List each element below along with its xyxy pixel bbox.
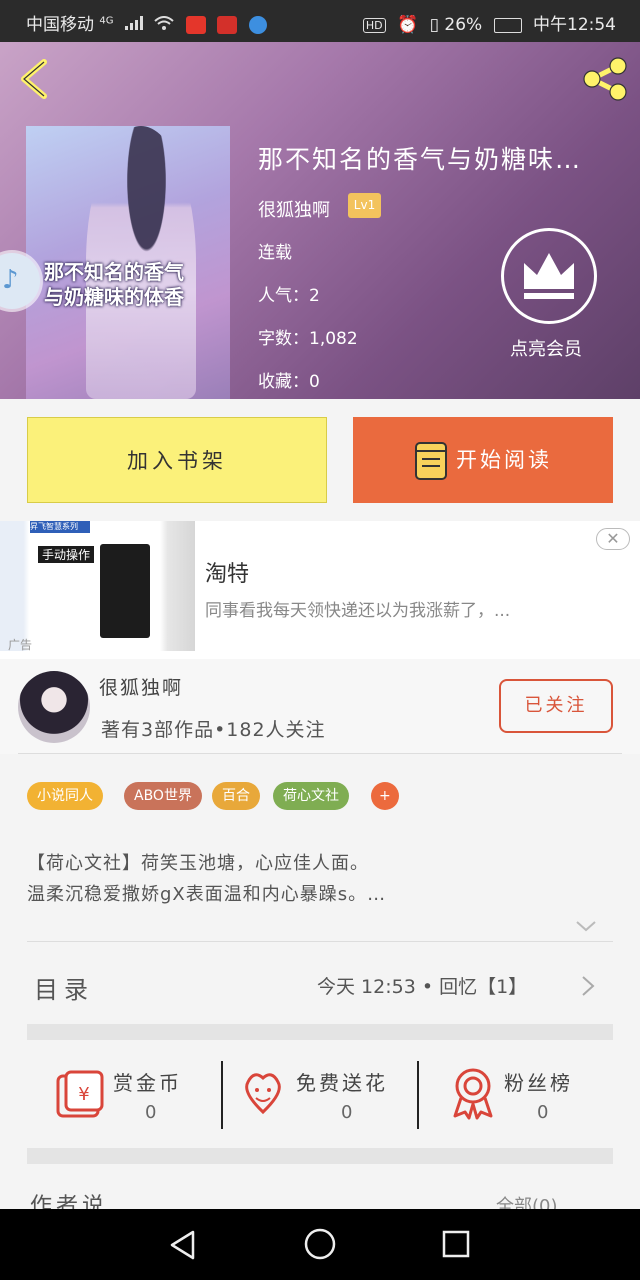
author-avatar[interactable] bbox=[18, 671, 90, 743]
ad-title[interactable]: 淘特 bbox=[205, 556, 249, 588]
ad-label: 广告 bbox=[8, 638, 33, 652]
share-button[interactable] bbox=[578, 54, 634, 104]
alarm-icon: ⏰ bbox=[397, 15, 419, 35]
book-favorites: 收藏：0 bbox=[258, 372, 320, 392]
section-separator bbox=[27, 1148, 613, 1164]
reward-label[interactable]: 免费送花 bbox=[296, 1067, 388, 1096]
coin-envelope-icon: ¥ bbox=[56, 1070, 104, 1118]
carrier-label: 中国移动 bbox=[26, 15, 94, 35]
start-reading-label: 开始阅读 bbox=[456, 448, 552, 472]
divider bbox=[27, 941, 613, 942]
intro-line: 温柔沉稳爱撒娇gX表面温和内心暴躁s。… bbox=[27, 884, 387, 905]
add-tag-button[interactable]: + bbox=[371, 782, 399, 810]
book-cover[interactable]: 那不知名的香气 与奶糖味的体香 bbox=[26, 126, 230, 399]
svg-text:¥: ¥ bbox=[78, 1084, 89, 1105]
divider bbox=[221, 1061, 223, 1129]
book-icon bbox=[415, 442, 447, 480]
ad-product-image bbox=[100, 544, 150, 638]
back-button[interactable] bbox=[14, 54, 54, 104]
app-notification-icon bbox=[185, 16, 206, 34]
book-status: 连载 bbox=[258, 243, 292, 263]
chevron-left-icon bbox=[21, 59, 47, 99]
share-icon bbox=[583, 57, 627, 101]
app-notification-icon bbox=[217, 16, 238, 34]
book-intro[interactable]: 【荷心文社】荷笑玉池塘，心应佳人面。 温柔沉稳爱撒娇gX表面温和内心暴躁s。… bbox=[27, 848, 617, 910]
app-notification-icon bbox=[248, 16, 267, 34]
section-separator bbox=[27, 1024, 613, 1040]
cover-title: 那不知名的香气 与奶糖味的体香 bbox=[44, 260, 184, 309]
level-badge: Lv1 bbox=[348, 193, 381, 218]
start-reading-button[interactable]: 开始阅读 bbox=[353, 417, 613, 503]
book-word-count: 字数：1,082 bbox=[258, 329, 358, 349]
reward-label[interactable]: 粉丝榜 bbox=[504, 1067, 573, 1096]
reward-count: 0 bbox=[145, 1102, 157, 1123]
vibrate-icon: ▯ bbox=[429, 15, 439, 35]
tag-chip[interactable]: ABO世界 bbox=[124, 782, 202, 810]
fan-ranking-button[interactable] bbox=[451, 1066, 495, 1124]
reward-count: 0 bbox=[341, 1102, 353, 1123]
book-title: 那不知名的香气与奶糖味… bbox=[258, 145, 583, 174]
nav-back-icon[interactable] bbox=[167, 1228, 199, 1262]
signal-icon bbox=[124, 15, 143, 35]
author-name[interactable]: 很狐独啊 bbox=[99, 673, 183, 700]
medal-icon bbox=[453, 1068, 493, 1120]
system-nav-bar bbox=[0, 1209, 640, 1280]
ad-image-badge: 昇飞智慧系列 bbox=[30, 521, 90, 533]
close-icon: ✕ bbox=[606, 529, 620, 548]
add-to-shelf-button[interactable]: 加入书架 bbox=[27, 417, 327, 503]
chevron-right-icon bbox=[582, 976, 595, 996]
reward-coin-button[interactable]: ¥ bbox=[54, 1068, 106, 1124]
follow-button[interactable]: 已关注 bbox=[499, 679, 613, 733]
send-flower-button[interactable] bbox=[240, 1068, 286, 1122]
author-stats: 著有3部作品•182人关注 bbox=[101, 719, 326, 741]
nav-home-icon[interactable] bbox=[303, 1227, 337, 1261]
music-note-icon: ♪ bbox=[2, 265, 19, 295]
catalog-label[interactable]: 目录 bbox=[34, 970, 94, 1005]
tag-chip[interactable]: 小说同人 bbox=[27, 782, 103, 810]
expand-intro-button[interactable] bbox=[575, 918, 597, 937]
battery-percent: 26% bbox=[444, 15, 483, 35]
wifi-icon bbox=[154, 15, 175, 35]
book-popularity: 人气：2 bbox=[258, 286, 320, 306]
ad-image[interactable] bbox=[0, 521, 195, 651]
tag-chip[interactable]: 百合 bbox=[212, 782, 260, 810]
vip-label: 点亮会员 bbox=[510, 339, 582, 360]
nav-recents-icon[interactable] bbox=[440, 1228, 472, 1260]
ad-description[interactable]: 同事看我每天领快递还以为我涨薪了，... bbox=[205, 596, 510, 621]
book-author[interactable]: 很狐独啊 bbox=[258, 196, 330, 222]
network-label: 4G bbox=[99, 15, 114, 27]
status-bar: 中国移动 4G HD ⏰ ▯ 26% 中午12:54 bbox=[0, 0, 640, 42]
clock: 中午12:54 bbox=[533, 15, 616, 35]
vip-button[interactable] bbox=[501, 228, 597, 324]
reward-label[interactable]: 赏金币 bbox=[113, 1067, 182, 1096]
chevron-down-icon bbox=[576, 921, 596, 932]
tag-chip[interactable]: 荷心文社 bbox=[273, 782, 349, 810]
reward-count: 0 bbox=[537, 1102, 549, 1123]
intro-line: 【荷心文社】荷笑玉池塘，心应佳人面。 bbox=[27, 853, 369, 874]
crown-icon bbox=[524, 253, 574, 299]
flower-icon bbox=[245, 1073, 281, 1115]
divider bbox=[417, 1061, 419, 1129]
latest-chapter[interactable]: 今天 12:53 • 回忆【1】 bbox=[317, 972, 527, 999]
catalog-arrow[interactable] bbox=[580, 975, 596, 1001]
divider bbox=[18, 753, 622, 754]
ad-image-text: 手动操作 bbox=[38, 546, 95, 563]
battery-icon bbox=[493, 17, 522, 33]
hd-icon: HD bbox=[362, 17, 386, 33]
ad-close-button[interactable]: ✕ bbox=[596, 528, 630, 550]
